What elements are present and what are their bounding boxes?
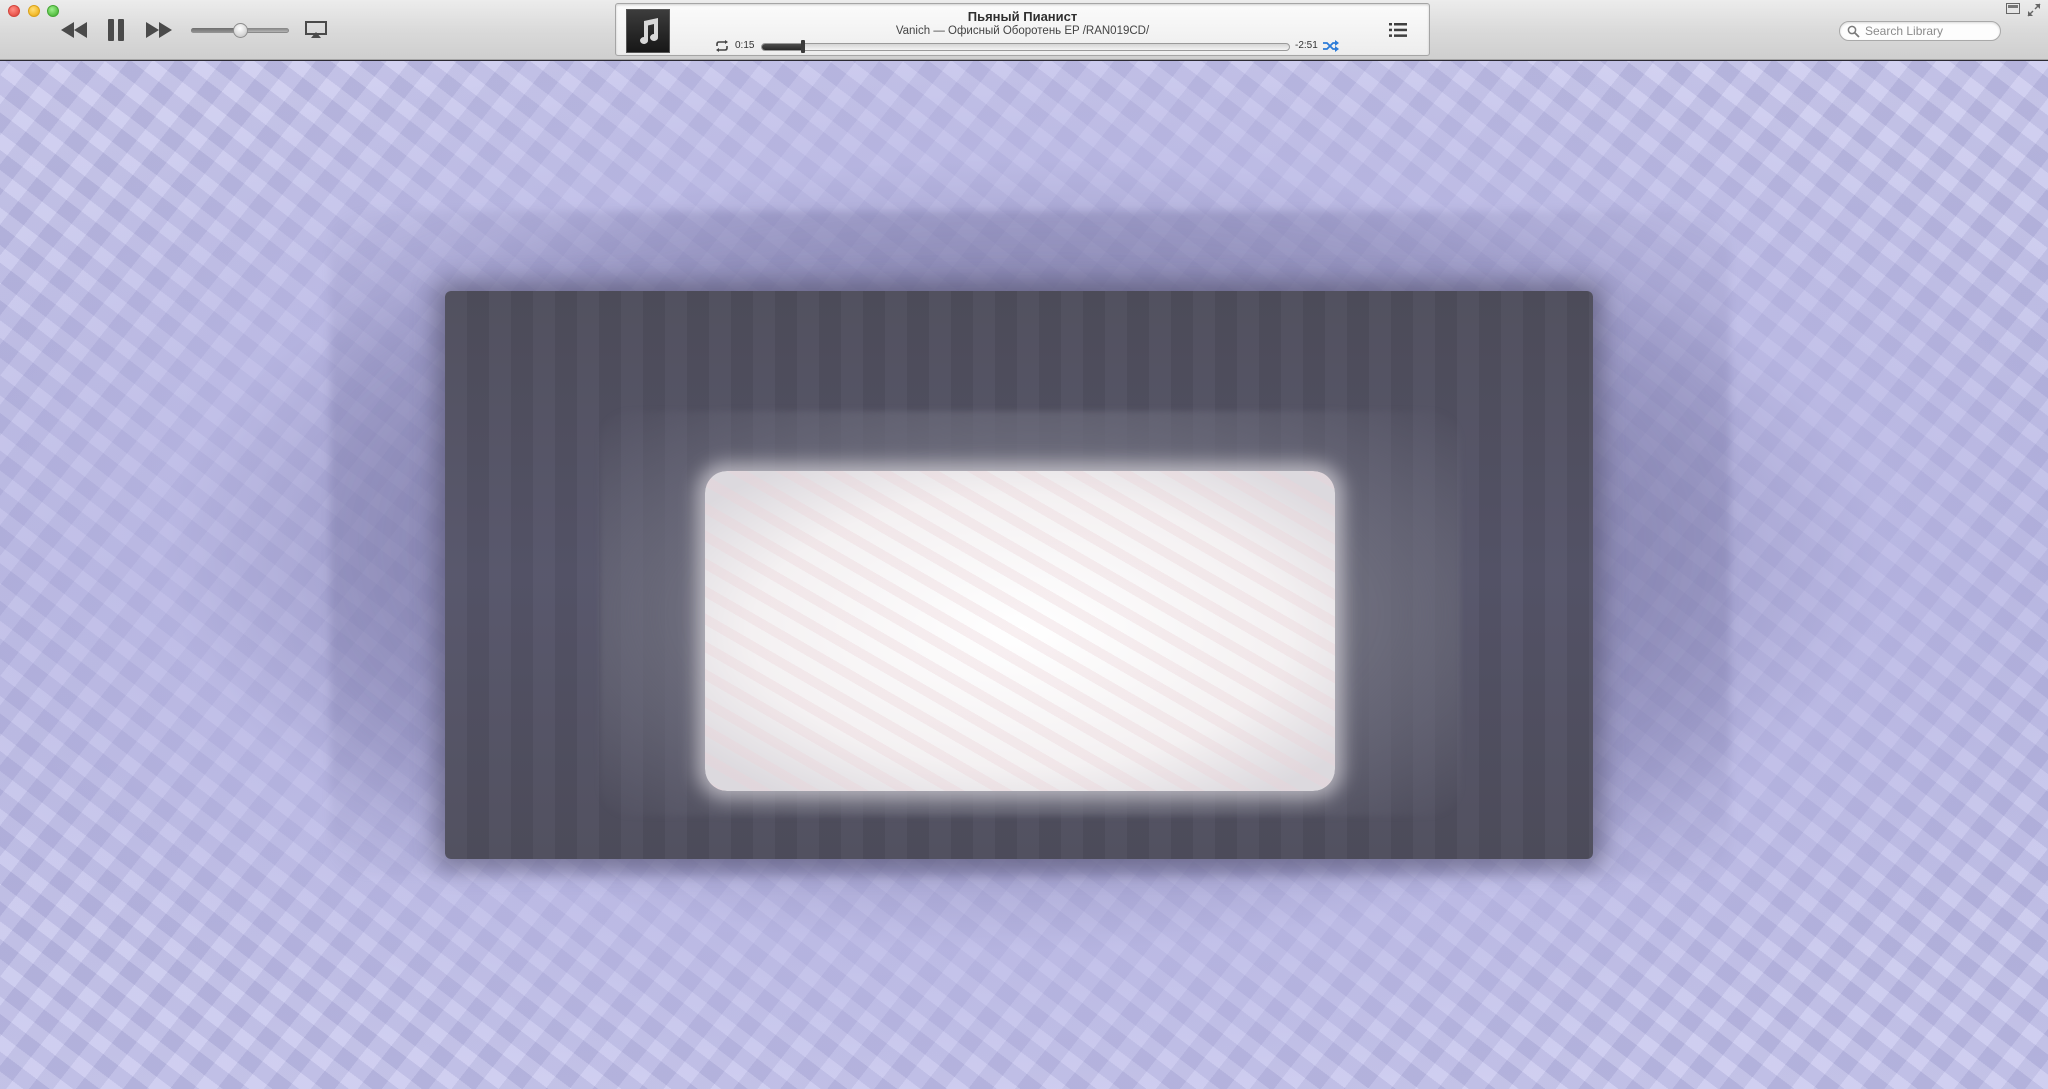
shuffle-icon — [1323, 40, 1339, 52]
miniplayer-button[interactable] — [2006, 3, 2020, 14]
next-track-button[interactable] — [143, 18, 175, 42]
track-artist-album: Vanich — Офисный Оборотень EP /RAN019CD/ — [895, 25, 1150, 37]
fast-forward-icon — [146, 22, 172, 38]
search-field[interactable] — [1839, 21, 2001, 41]
pause-button[interactable] — [104, 16, 128, 44]
search-icon — [1847, 25, 1860, 38]
pause-icon — [108, 19, 124, 41]
volume-knob[interactable] — [233, 23, 248, 38]
shuffle-button[interactable] — [1323, 39, 1339, 52]
elapsed-time: 0:15 — [735, 40, 755, 51]
previous-track-button[interactable] — [58, 18, 90, 42]
close-window-button[interactable] — [8, 5, 20, 17]
visualizer[interactable] — [0, 61, 2048, 1089]
album-artwork[interactable] — [626, 9, 670, 53]
music-note-icon — [640, 18, 659, 44]
playhead[interactable] — [801, 40, 806, 53]
search-input[interactable] — [1865, 23, 1995, 39]
progress-bar[interactable] — [761, 43, 1290, 51]
repeat-icon — [716, 40, 728, 52]
fullscreen-icon — [2027, 3, 2041, 17]
airplay-icon — [305, 21, 327, 38]
volume-slider[interactable] — [191, 23, 289, 38]
repeat-button[interactable] — [715, 39, 729, 52]
list-icon — [1389, 23, 1407, 37]
toolbar: Пьяный Пианист Vanich — Офисный Оборотен… — [0, 0, 2048, 60]
up-next-button[interactable] — [1389, 22, 1407, 38]
minimize-window-button[interactable] — [28, 5, 40, 17]
miniplayer-icon — [2006, 3, 2020, 14]
airplay-button[interactable] — [305, 21, 327, 39]
visualizer-bright-center — [705, 471, 1335, 791]
now-playing-display: Пьяный Пианист Vanich — Офисный Оборотен… — [615, 3, 1430, 56]
remaining-time: -2:51 — [1295, 40, 1318, 51]
progress-fill — [762, 44, 805, 50]
fullscreen-button[interactable] — [2027, 3, 2041, 17]
zoom-window-button[interactable] — [47, 5, 59, 17]
track-title: Пьяный Пианист — [967, 9, 1078, 24]
rewind-icon — [61, 22, 87, 38]
